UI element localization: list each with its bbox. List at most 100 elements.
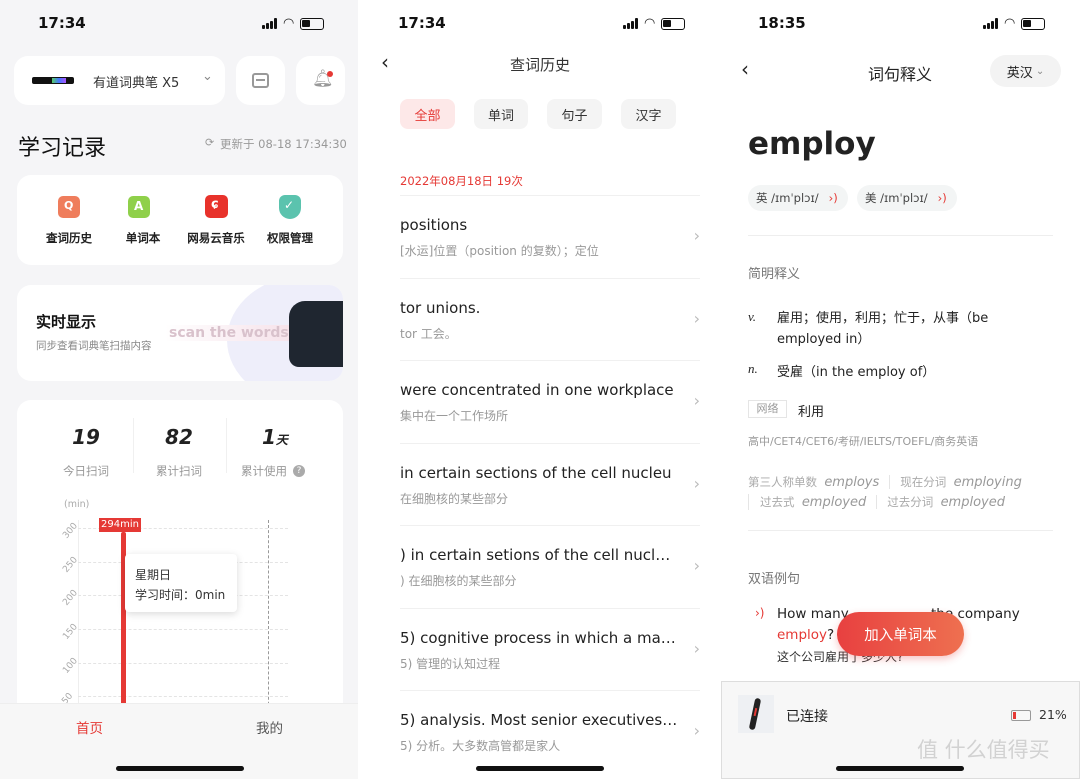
notification-dot [327,71,333,77]
wifi-icon: ◠ [283,16,295,31]
phonetic-uk[interactable]: 英 /ɪmˈplɔɪ/ ›) [748,185,848,211]
chevron-right-icon: › [693,391,700,410]
study-time-chart: 300 250 200 150 100 50 294min [60,518,293,750]
signal-icon [983,18,998,29]
history-item[interactable]: were concentrated in one workplace 集中在一个… [400,360,700,442]
status-icons: ◠ [983,16,1046,31]
chevron-down-icon: ⌄ [202,69,213,84]
signal-icon [623,18,638,29]
home-indicator [116,766,244,771]
device-name: 有道词典笔 X5 [93,76,180,91]
tooltip-text: 学习时间：0min [135,588,226,602]
refresh-icon[interactable]: ⟳ [205,136,214,149]
quick-wordbook[interactable]: 单词本 [126,230,161,246]
tab-mine[interactable]: 我的 [256,717,283,737]
signal-icon [262,18,277,29]
realtime-subtitle: 同步查看词典笔扫描内容 [36,340,152,352]
connection-bar[interactable]: 已连接 21% 值 什么值得买 [721,681,1080,779]
phonetic-us[interactable]: 美 /ɪmˈplɔɪ/ ›) [857,185,957,211]
stat-days-number: 1 [262,425,276,449]
speaker-icon: ›) [828,191,838,205]
battery-icon [1011,710,1031,721]
history-item[interactable]: positions [水运]位置（position 的复数）；定位 › [400,195,700,277]
history-word: positions [400,216,468,234]
word-forms-line2: 过去式 employed 过去分词 employed [748,494,1005,510]
search-history-icon: Q [58,196,80,218]
form-label: 第三人称单数 [748,475,817,489]
realtime-display-card[interactable]: scan the words 实时显示 同步查看词典笔扫描内容 [17,285,343,381]
quick-netease-music[interactable]: 网易云音乐 [187,230,245,246]
quick-permissions[interactable]: 权限管理 [267,230,313,246]
chart-y-unit: (min) [64,499,90,510]
history-meaning: [水运]位置（position 的复数）；定位 [400,244,599,258]
quick-search-history[interactable]: 查词历史 [46,230,92,246]
language-selector[interactable]: 英汉 ⌄ [990,55,1061,87]
def-text: 受雇（in the employ of） [777,365,936,380]
pen-illustration [289,301,343,367]
stats-card: 19 82 1天 今日扫词 累计扫词 累计使用 ? (min) 300 250 20… [17,400,343,750]
device-selector[interactable]: 有道词典笔 X5 ⌄ [14,56,225,105]
battery-icon [300,17,325,30]
history-item[interactable]: in certain sections of the cell nucleu 在… [400,442,700,525]
help-icon[interactable]: ? [293,465,305,477]
history-word: were concentrated in one workplace [400,381,674,399]
scan-button[interactable] [236,56,285,105]
notification-button[interactable]: 🔔︎ [296,56,345,105]
history-item[interactable]: 5) analysis. Most senior executives ar..… [400,690,700,772]
history-word: 5) analysis. Most senior executives ar..… [400,711,678,729]
back-icon[interactable]: ‹ [741,57,749,81]
back-icon[interactable]: ‹ [381,50,389,74]
chevron-right-icon: › [693,721,700,740]
quick-actions-card: Q A ɕ ✓ 查词历史 单词本 网易云音乐 权限管理 [17,175,343,265]
history-item[interactable]: tor unions. tor 工会。 › [400,277,700,360]
status-time: 17:34 [398,14,446,32]
headword: employ [748,126,876,162]
tooltip-day: 星期日 [135,568,172,582]
stat-days-label: 累计使用 [241,464,287,478]
stat-total-value: 82 [165,425,193,449]
history-item[interactable]: 5) cognitive process in which a manag 5)… [400,607,700,690]
status-icons: ◠ [623,16,686,31]
history-item[interactable]: ) in certain setions of the cell nucleus… [400,525,700,607]
status-time: 17:34 [38,14,86,32]
scan-icon [252,73,269,88]
language-label: 英汉 [1006,65,1033,81]
filter-sentences[interactable]: 句子 [547,99,602,129]
web-tag: 网络 [748,400,787,418]
y-axis [78,520,79,730]
tab-home[interactable]: 首页 [76,717,103,737]
example-en-line2: employ? [777,627,834,643]
page-title: 学习记录 [18,136,107,161]
filter-all[interactable]: 全部 [400,99,455,129]
page-title: 查词历史 [509,56,571,74]
form-value: employing [953,475,1022,490]
form-value: employed [801,495,867,510]
filter-chinese[interactable]: 汉字 [621,99,676,129]
section-brief: 简明释义 [748,267,801,282]
section-examples: 双语例句 [748,572,801,587]
word-forms-line1: 第三人称单数 employs 现在分词 employing [748,474,1022,490]
wifi-icon: ◠ [644,16,656,31]
history-screen: 17:34 ◠ ‹ 查词历史 全部 单词 句子 汉字 2022年08月18日 1… [361,0,719,779]
gridline [78,662,288,664]
stat-total-label: 累计扫词 [156,464,202,478]
speaker-icon[interactable]: ›) [755,606,764,620]
divider [748,530,1053,531]
battery-icon [661,17,686,30]
form-label: 过去式 [760,495,795,509]
battery-icon [1021,17,1046,30]
filter-words[interactable]: 单词 [474,99,528,129]
phonetic-uk-text: 英 /ɪmˈplɔɪ/ [756,191,819,205]
wifi-icon: ◠ [1004,16,1016,31]
gridline [78,696,288,698]
status-time: 18:35 [758,14,806,32]
speaker-icon: ›) [937,191,947,205]
web-def: 利用 [798,405,825,420]
home-indicator [476,766,604,771]
pen-thumbnail [738,695,774,733]
chart-tooltip: 星期日 学习时间：0min [125,554,237,612]
chevron-right-icon: › [693,473,700,493]
add-to-wordbook-button[interactable]: 加入单词本 [837,612,964,656]
history-meaning: 5) 分析。大多数高管都是家人 [400,739,561,753]
form-label: 现在分词 [900,475,947,489]
